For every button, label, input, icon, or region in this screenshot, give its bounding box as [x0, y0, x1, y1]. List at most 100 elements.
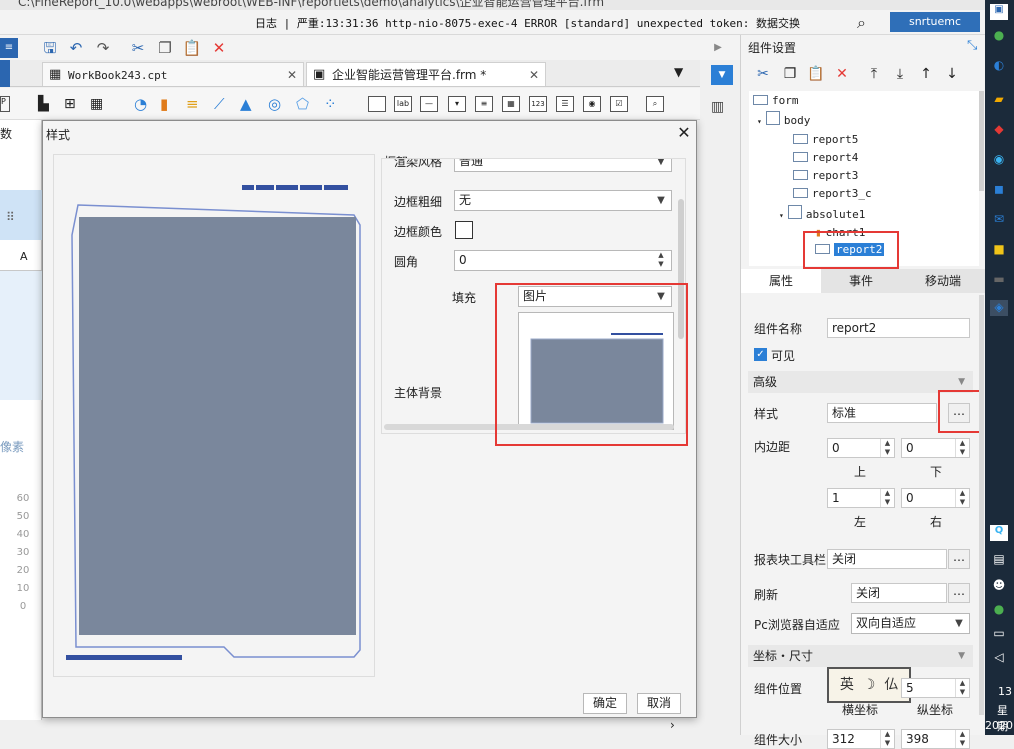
cut-icon[interactable]: ✂ [128, 38, 148, 58]
app3-icon[interactable]: ◉ [990, 152, 1008, 168]
qq-icon[interactable]: Q [990, 525, 1008, 541]
tray-icon-1[interactable]: ▤ [990, 552, 1008, 568]
hbar-chart-icon[interactable]: ≡ [186, 95, 199, 113]
tab-workbook[interactable]: ▦ WorkBook243.cpt ✕ [42, 62, 304, 86]
chevron-right-icon[interactable]: › [670, 718, 675, 732]
label-widget-icon[interactable]: lab [394, 96, 412, 112]
volume-icon[interactable]: ◁ [990, 650, 1008, 666]
tab-properties[interactable]: 属性 [741, 269, 821, 293]
app6-icon[interactable]: ▬ [990, 272, 1008, 288]
text-widget-icon[interactable]: — [420, 96, 438, 112]
split-icon[interactable]: ⊞ [64, 96, 76, 112]
move-bottom-icon[interactable]: ⤓ [891, 65, 909, 83]
preview-widget-icon[interactable]: ⌕ [646, 96, 664, 112]
cancel-button[interactable]: 取消 [637, 693, 681, 714]
number-widget-icon[interactable]: 123 [529, 96, 547, 112]
collapse-icon[interactable]: ▾ [757, 117, 762, 126]
scatter-icon[interactable]: ⁘ [324, 95, 337, 113]
edge-icon[interactable]: ◐ [990, 58, 1008, 74]
copy-icon[interactable]: ❐ [155, 38, 175, 58]
gauge-icon[interactable]: ◎ [268, 95, 281, 113]
outlook-icon[interactable]: ✉ [990, 212, 1008, 228]
move-down-icon[interactable]: ↓ [943, 65, 961, 83]
tab-events[interactable]: 事件 [821, 269, 901, 293]
delete-icon[interactable]: ✕ [209, 38, 229, 58]
report-toolbar-more-button[interactable]: … [948, 549, 970, 569]
tray-icon-2[interactable]: ☻ [990, 578, 1008, 594]
position-y-spinner[interactable]: 5 ▲ ▼ [901, 678, 970, 698]
save-icon[interactable]: 🖫 [40, 38, 60, 58]
padding-left-spinner[interactable]: 1 ▲ ▼ [827, 488, 895, 508]
tab-mobile[interactable]: 移动端 [903, 269, 983, 293]
pie-chart-icon[interactable]: ◔ [134, 95, 147, 113]
tree-node-report3[interactable]: report3 [793, 168, 858, 184]
border-width-select[interactable]: 无 ▼ [454, 190, 672, 211]
size-w-spinner[interactable]: 312 ▲ ▼ [827, 729, 895, 749]
grip-icon[interactable]: ⠿ [6, 210, 15, 224]
app4-icon[interactable]: ◼ [990, 182, 1008, 198]
panel-toggle-icon[interactable]: ▼ [711, 65, 733, 85]
table-icon[interactable]: ▦ [90, 96, 103, 112]
radar-icon[interactable]: ⬠ [296, 95, 309, 113]
area-chart-icon[interactable]: ▲ [240, 95, 252, 113]
collapse-arrow-icon[interactable]: ▶ [708, 38, 728, 58]
bar-chart-icon[interactable]: ▮ [160, 95, 168, 113]
app-icon[interactable]: ▣ [990, 4, 1008, 20]
delete-icon[interactable]: ✕ [833, 65, 851, 83]
close-icon[interactable]: ✕ [674, 123, 694, 143]
radio-widget-icon[interactable]: ◉ [583, 96, 601, 112]
clock-time[interactable]: 13 [998, 685, 1012, 698]
copy-icon[interactable]: ❐ [781, 65, 799, 83]
textarea-widget-icon[interactable]: ☰ [556, 96, 574, 112]
padding-top-spinner[interactable]: 0 ▲ ▼ [827, 438, 895, 458]
move-up-icon[interactable]: ↑ [917, 65, 935, 83]
param-icon[interactable]: P [0, 96, 10, 112]
render-style-select[interactable]: 普通 ▼ [454, 159, 672, 172]
search-icon[interactable]: ⌕ [857, 13, 879, 33]
chrome-icon[interactable]: ● [990, 28, 1008, 44]
close-icon[interactable]: ✕ [287, 63, 297, 87]
cut-icon[interactable]: ✂ [754, 65, 772, 83]
tree-node-report5[interactable]: report5 [793, 132, 858, 148]
list-widget-icon[interactable]: ≡ [475, 96, 493, 112]
move-top-icon[interactable]: ⤒ [865, 65, 883, 83]
visible-checkbox[interactable]: ✓ [754, 348, 767, 361]
user-button[interactable]: snrtuemc [890, 12, 980, 32]
button-widget-icon[interactable] [368, 96, 386, 112]
layout-panel-icon[interactable]: ▥ [711, 99, 724, 115]
ime-toolbar[interactable]: 英 ☽ 仏 [827, 667, 911, 703]
dock-icon[interactable]: ⤡ [967, 38, 977, 53]
line-chart-icon[interactable]: ⟋ [214, 95, 225, 113]
tree-node-body[interactable]: ▾ body [757, 111, 810, 127]
border-color-swatch[interactable] [455, 221, 473, 239]
close-icon[interactable]: ✕ [529, 63, 539, 87]
component-name-input[interactable]: report2 [827, 318, 970, 338]
tree-node-absolute1[interactable]: ▾ absolute1 [779, 205, 865, 221]
panel-scrollbar[interactable] [979, 295, 984, 715]
checkbox-widget-icon[interactable]: ☑ [610, 96, 628, 112]
tree-scrollbar[interactable] [979, 91, 984, 191]
tab-frm[interactable]: ▣ 企业智能运营管理平台.frm * ✕ [306, 62, 546, 86]
padding-bottom-spinner[interactable]: 0 ▲ ▼ [901, 438, 970, 458]
app-menu-icon[interactable]: ≡ [0, 38, 18, 58]
adaptive-select[interactable]: 双向自适应 ▼ [851, 613, 970, 634]
explorer-icon[interactable]: ▰ [990, 92, 1008, 108]
wechat-icon[interactable]: ● [990, 602, 1008, 618]
size-h-spinner[interactable]: 398 ▲ ▼ [901, 729, 970, 749]
layout-icon[interactable]: ▙ [38, 96, 49, 112]
tab-menu-icon[interactable]: ▼ [674, 65, 683, 79]
date-widget-icon[interactable]: ▦ [502, 96, 520, 112]
undo-icon[interactable]: ↶ [66, 38, 86, 58]
tree-node-report4[interactable]: report4 [793, 150, 858, 166]
app7-icon[interactable]: ◈ [990, 300, 1008, 316]
app5-icon[interactable]: ■ [990, 242, 1008, 258]
paste-icon[interactable]: 📋 [182, 38, 202, 58]
combo-widget-icon[interactable]: ▾ [448, 96, 466, 112]
collapse-icon[interactable]: ▾ [779, 211, 784, 220]
padding-right-spinner[interactable]: 0 ▲ ▼ [901, 488, 970, 508]
tree-node-form[interactable]: form [753, 93, 799, 109]
position-size-section[interactable]: 坐标・尺寸 ▼ [748, 645, 973, 667]
redo-icon[interactable]: ↷ [93, 38, 113, 58]
app2-icon[interactable]: ◆ [990, 122, 1008, 138]
radius-spinner[interactable]: 0 ▲ ▼ [454, 250, 672, 271]
